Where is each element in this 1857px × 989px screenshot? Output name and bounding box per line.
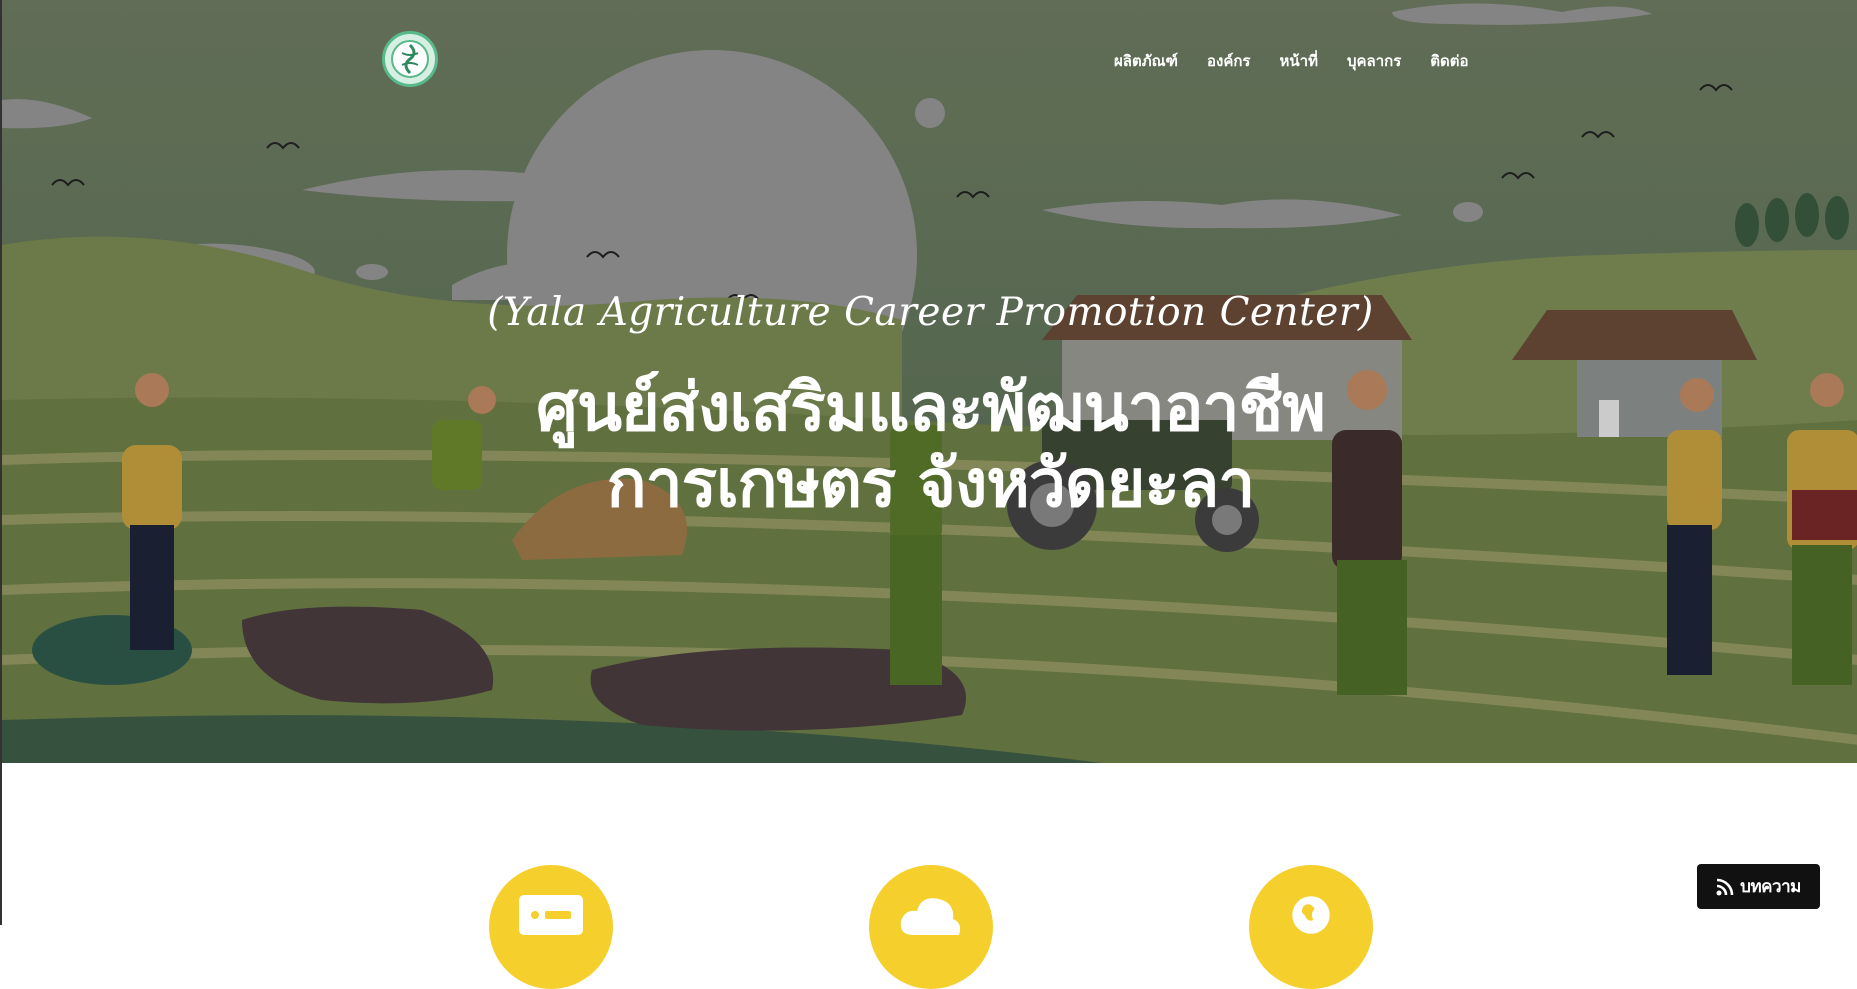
cloud-icon [900,898,961,935]
top-navigation: ผลิตภัณฑ์ องค์กร หน้าที่ บุคลากร ติดต่อ [2,0,1857,120]
nav-item-organization[interactable]: องค์กร [1207,49,1251,73]
nav-item-products[interactable]: ผลิตภัณฑ์ [1114,49,1178,73]
article-button-label: บทความ [1740,877,1801,897]
site-logo[interactable] [382,31,438,87]
hero-banner: ผลิตภัณฑ์ องค์กร หน้าที่ บุคลากร ติดต่อ … [0,0,1857,763]
main-menu: ผลิตภัณฑ์ องค์กร หน้าที่ บุคลากร ติดต่อ [1114,49,1498,73]
feature-circle-1[interactable] [489,865,613,989]
rss-icon [1716,878,1734,895]
hero-title-line-1: ศูนย์ส่งเสริมและพัฒนาอาชีพ [536,369,1326,446]
nav-item-personnel[interactable]: บุคลากร [1347,49,1401,73]
hero-title: ศูนย์ส่งเสริมและพัฒนาอาชีพ การเกษตร จังห… [2,370,1857,522]
article-button[interactable]: บทความ [1697,864,1820,909]
hero-subtitle: (Yala Agriculture Career Promotion Cente… [487,290,1374,335]
hero-title-line-2: การเกษตร จังหวัดยะลา [606,445,1256,522]
nav-item-duties[interactable]: หน้าที่ [1280,49,1318,73]
agriculture-emblem-icon [391,40,429,78]
feature-circle-2[interactable] [869,865,993,989]
globe-icon [1292,896,1330,934]
features-section [0,763,1857,989]
id-card-icon [519,895,583,935]
nav-item-contact[interactable]: ติดต่อ [1430,49,1468,73]
feature-circle-3[interactable] [1249,865,1373,989]
